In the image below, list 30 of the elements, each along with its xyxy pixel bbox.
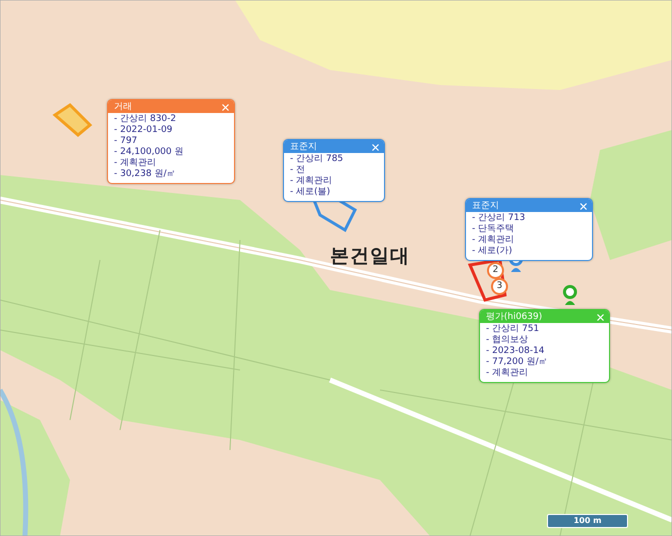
popup-title: 평가(hi0639) <box>486 312 542 322</box>
close-icon[interactable] <box>597 314 604 320</box>
popup-line: - 간상리 713 <box>472 213 526 224</box>
popup-title: 거래 <box>114 102 132 112</box>
close-icon[interactable] <box>372 144 379 150</box>
popup-line: - 협의보상 <box>486 335 530 346</box>
close-icon[interactable] <box>580 202 587 210</box>
popup-line: - 계획관리 <box>114 158 158 169</box>
popup-line: - 세로(불) <box>290 187 332 198</box>
close-icon[interactable] <box>222 104 229 110</box>
popup-line: - 계획관리 <box>290 176 334 187</box>
popup-line: - 세로(가) <box>472 246 514 257</box>
popup-line: - 간상리 751 <box>486 324 540 335</box>
popup-line: - 797 <box>114 136 138 147</box>
area-label: 본건일대 <box>330 244 410 269</box>
popup-line: - 24,100,000 원 <box>114 147 184 158</box>
popup-line: - 간상리 785 <box>290 154 344 165</box>
popup-line: - 간상리 830-2 <box>114 114 178 125</box>
popup-line: - 계획관리 <box>486 368 530 379</box>
popup-line: - 2023-08-14 <box>486 346 546 357</box>
popup-line: - 30,238 원/㎡ <box>114 169 176 180</box>
popup-line: - 2022-01-09 <box>114 125 174 136</box>
popup-line: - 단독주택 <box>472 224 516 235</box>
popup-title: 표준지 <box>290 142 317 152</box>
popup-line: - 계획관리 <box>472 235 516 246</box>
popup-line: - 전 <box>290 165 306 176</box>
pin-icon <box>562 285 578 307</box>
popup-title: 표준지 <box>472 200 499 212</box>
popup-line: - 77,200 원/㎡ <box>486 357 548 368</box>
scale-bar: 100 m <box>547 514 628 528</box>
